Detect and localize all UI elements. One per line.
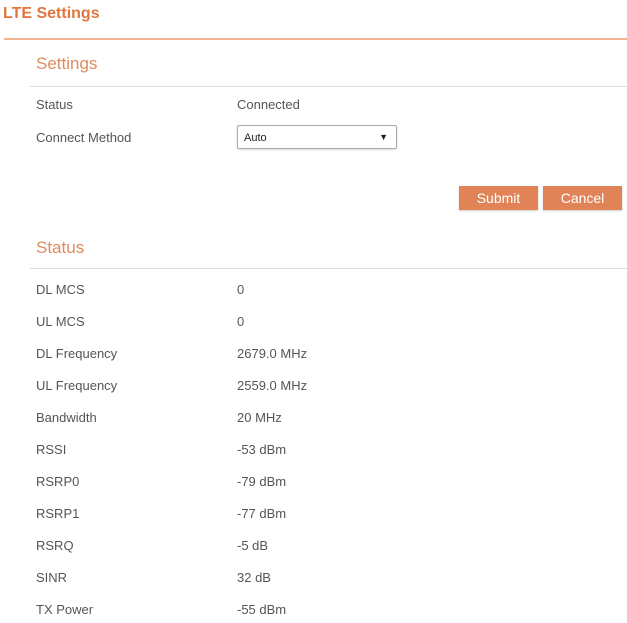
status-row-value: -5 dB	[237, 538, 269, 553]
status-label: Status	[36, 97, 73, 112]
status-row-label: Bandwidth	[36, 410, 97, 425]
settings-divider	[30, 86, 627, 87]
title-divider	[4, 38, 627, 40]
chevron-down-icon: ▼	[379, 132, 388, 142]
status-divider	[30, 268, 627, 269]
status-row-value: 20 MHz	[237, 410, 282, 425]
page-title: LTE Settings	[3, 5, 100, 22]
status-row-value: -55 dBm	[237, 602, 287, 617]
status-row-label: DL Frequency	[36, 346, 118, 361]
status-value: Connected	[237, 97, 300, 112]
status-row-label: UL Frequency	[36, 378, 118, 393]
status-row-label: UL MCS	[36, 314, 85, 329]
status-row-label: RSRQ	[36, 538, 74, 553]
status-row-value: 0	[237, 314, 245, 329]
status-row-label: RSRP0	[36, 474, 80, 489]
status-row-value: 2559.0 MHz	[237, 378, 308, 393]
status-row-value: -77 dBm	[237, 506, 287, 521]
status-row-value: 2679.0 MHz	[237, 346, 308, 361]
submit-button[interactable]: Submit	[459, 186, 538, 210]
status-heading: Status	[36, 238, 85, 257]
status-row-value: 32 dB	[237, 570, 271, 585]
status-row-label: RSSI	[36, 442, 67, 457]
status-row-label: SINR	[36, 570, 68, 585]
connect-method-label: Connect Method	[36, 130, 132, 145]
status-row-value: -79 dBm	[237, 474, 287, 489]
connect-method-select[interactable]: Auto ▼	[237, 125, 397, 149]
status-row-label: TX Power	[36, 602, 94, 617]
status-row-label: RSRP1	[36, 506, 80, 521]
settings-heading: Settings	[36, 54, 98, 73]
cancel-button[interactable]: Cancel	[543, 186, 622, 210]
status-row-value: -53 dBm	[237, 442, 287, 457]
status-row-value: 0	[237, 282, 245, 297]
connect-method-value: Auto	[244, 132, 267, 144]
status-row-label: DL MCS	[36, 282, 85, 297]
